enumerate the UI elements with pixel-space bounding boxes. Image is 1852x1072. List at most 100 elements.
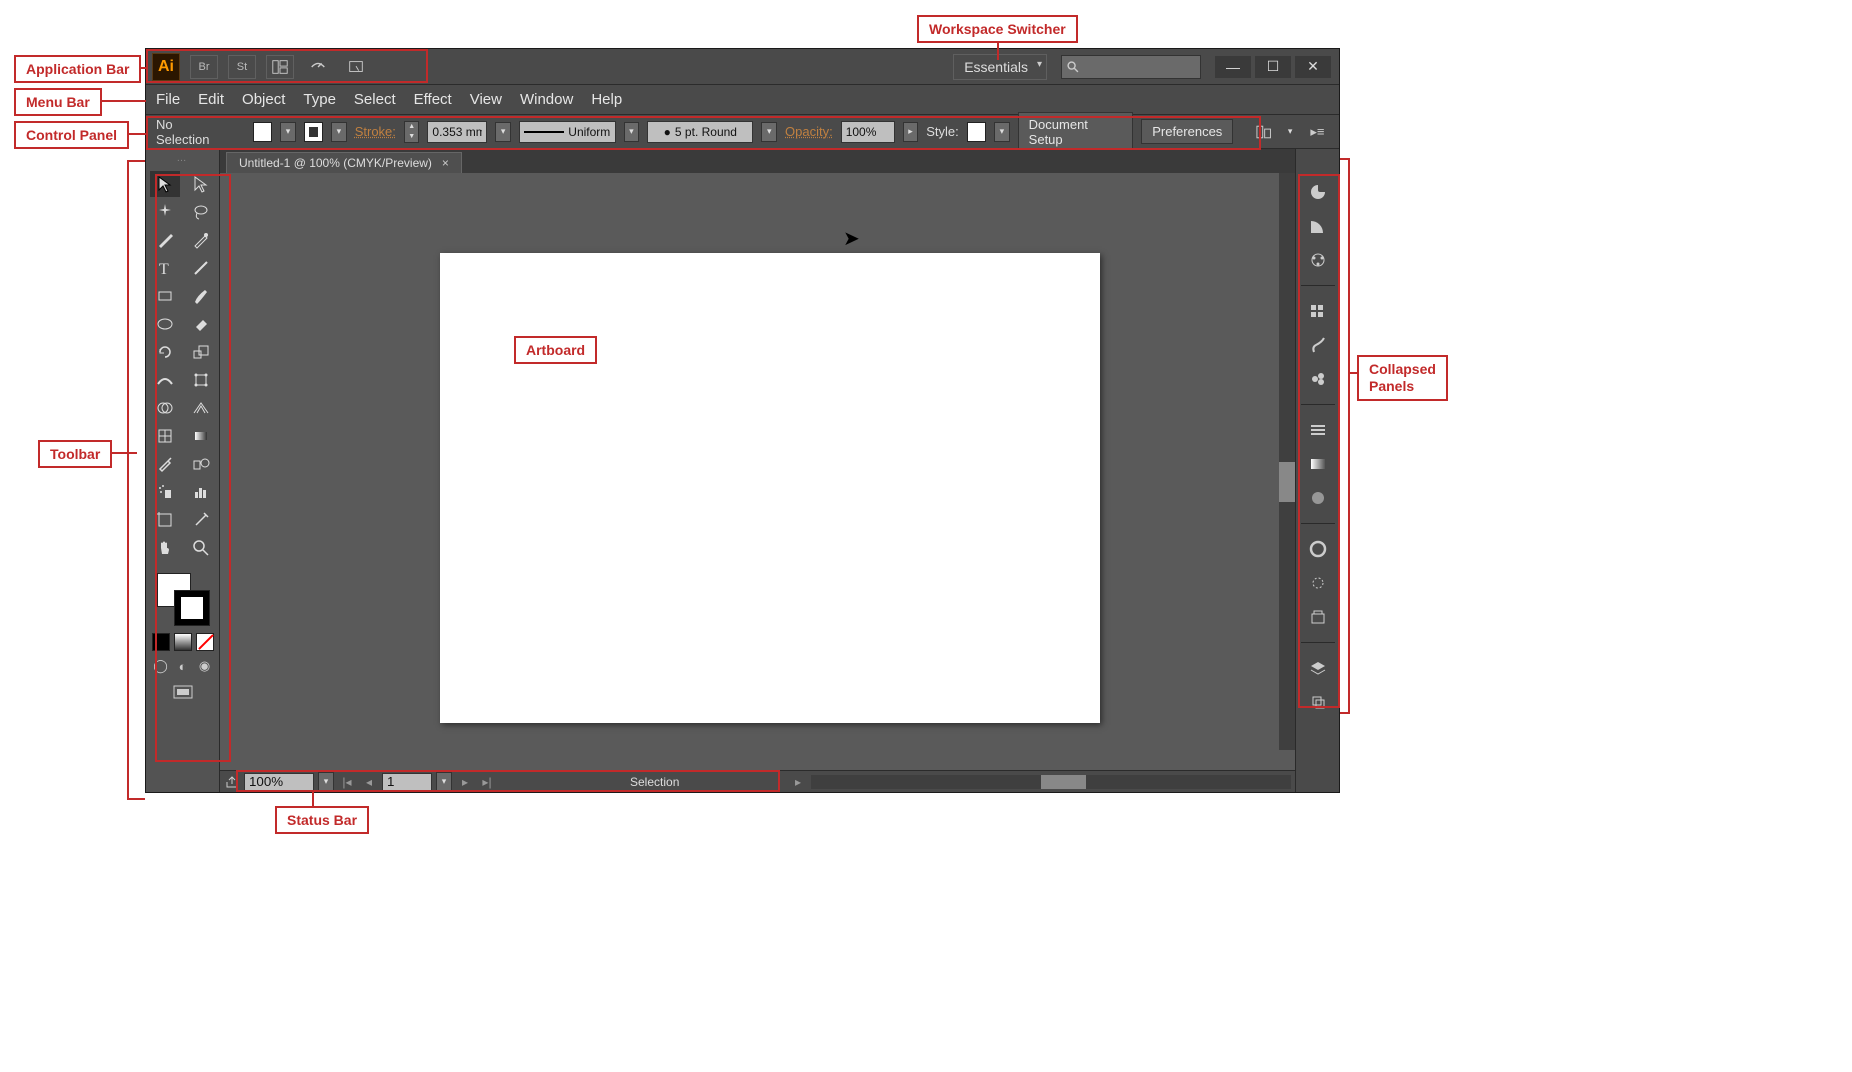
stock-button[interactable]: St bbox=[228, 55, 256, 79]
tool-shaper[interactable] bbox=[150, 311, 180, 337]
tool-direct-selection[interactable] bbox=[186, 171, 216, 197]
menu-object[interactable]: Object bbox=[242, 91, 285, 108]
panel-libraries-icon[interactable] bbox=[1301, 602, 1335, 632]
draw-behind[interactable]: ◐ bbox=[174, 657, 192, 675]
tool-hand[interactable] bbox=[150, 535, 180, 561]
stroke-dropdown[interactable]: ▾ bbox=[331, 122, 347, 142]
next-artboard-button[interactable]: ▸ bbox=[456, 774, 474, 790]
panel-symbols-icon[interactable] bbox=[1301, 364, 1335, 394]
tool-blend[interactable] bbox=[186, 451, 216, 477]
artboard-number-input[interactable] bbox=[382, 773, 432, 791]
tool-magic-wand[interactable] bbox=[150, 199, 180, 225]
last-artboard-button[interactable]: ▸| bbox=[478, 774, 496, 790]
fill-stroke-indicator[interactable] bbox=[153, 569, 213, 629]
panel-artboards-icon[interactable] bbox=[1301, 687, 1335, 717]
document-setup-button[interactable]: Document Setup bbox=[1018, 112, 1134, 152]
gpu-performance-button[interactable] bbox=[304, 55, 332, 79]
status-menu[interactable]: ▸ bbox=[789, 774, 807, 790]
first-artboard-button[interactable]: |◂ bbox=[338, 774, 356, 790]
tool-scale[interactable] bbox=[186, 339, 216, 365]
stroke-swatch[interactable] bbox=[304, 122, 323, 142]
search-box[interactable] bbox=[1061, 55, 1201, 79]
zoom-dropdown[interactable]: ▾ bbox=[318, 772, 334, 792]
tool-gradient[interactable] bbox=[186, 423, 216, 449]
panel-transparency-icon[interactable] bbox=[1301, 483, 1335, 513]
maximize-button[interactable]: ☐ bbox=[1255, 56, 1291, 78]
panel-color-guide-icon[interactable] bbox=[1301, 211, 1335, 241]
tool-mesh[interactable] bbox=[150, 423, 180, 449]
zoom-input[interactable] bbox=[244, 773, 314, 791]
tool-eyedropper[interactable] bbox=[150, 451, 180, 477]
color-mode-gradient[interactable] bbox=[174, 633, 192, 651]
menu-view[interactable]: View bbox=[470, 91, 502, 108]
close-tab-icon[interactable]: × bbox=[442, 156, 449, 170]
tool-line-segment[interactable] bbox=[186, 255, 216, 281]
fill-dropdown[interactable]: ▾ bbox=[280, 122, 296, 142]
stroke-weight-input[interactable] bbox=[427, 121, 487, 143]
opacity-input[interactable] bbox=[841, 121, 895, 143]
align-to-icon[interactable] bbox=[1255, 123, 1274, 141]
tool-lasso[interactable] bbox=[186, 199, 216, 225]
brush-definition[interactable]: ● 5 pt. Round bbox=[647, 121, 753, 143]
panel-stroke-icon[interactable] bbox=[1301, 415, 1335, 445]
arrange-documents-button[interactable] bbox=[266, 55, 294, 79]
tool-free-transform[interactable] bbox=[186, 367, 216, 393]
menu-select[interactable]: Select bbox=[354, 91, 396, 108]
panel-layers-icon[interactable] bbox=[1301, 653, 1335, 683]
menu-type[interactable]: Type bbox=[303, 91, 336, 108]
brush-dropdown[interactable]: ▾ bbox=[761, 122, 777, 142]
touch-button[interactable] bbox=[342, 55, 370, 79]
menu-effect[interactable]: Effect bbox=[414, 91, 452, 108]
draw-normal[interactable]: ◯ bbox=[152, 657, 170, 675]
fill-swatch[interactable] bbox=[253, 122, 272, 142]
artboard-dropdown[interactable]: ▾ bbox=[436, 772, 452, 792]
panel-swatches-icon[interactable] bbox=[1301, 296, 1335, 326]
tool-paintbrush[interactable] bbox=[186, 283, 216, 309]
menu-window[interactable]: Window bbox=[520, 91, 573, 108]
color-mode-none[interactable] bbox=[196, 633, 214, 651]
panel-gradient-icon[interactable] bbox=[1301, 449, 1335, 479]
screen-mode[interactable] bbox=[171, 683, 195, 706]
tool-pen[interactable] bbox=[150, 227, 180, 253]
tool-symbol-sprayer[interactable] bbox=[150, 479, 180, 505]
panel-color-icon[interactable] bbox=[1301, 177, 1335, 207]
draw-inside[interactable]: ◉ bbox=[196, 657, 214, 675]
tool-type[interactable]: T bbox=[150, 255, 180, 281]
prev-artboard-button[interactable]: ◂ bbox=[360, 774, 378, 790]
tool-rotate[interactable] bbox=[150, 339, 180, 365]
stroke-color[interactable] bbox=[175, 591, 209, 625]
close-button[interactable]: ✕ bbox=[1295, 56, 1331, 78]
vertical-scrollbar[interactable] bbox=[1279, 173, 1295, 750]
stroke-spinner[interactable]: ▲▼ bbox=[404, 121, 420, 143]
panel-brushes-icon[interactable] bbox=[1301, 330, 1335, 360]
menu-file[interactable]: File bbox=[156, 91, 180, 108]
preferences-button[interactable]: Preferences bbox=[1141, 119, 1233, 144]
variable-width-profile[interactable]: Uniform bbox=[519, 121, 616, 143]
color-mode-solid[interactable] bbox=[152, 633, 170, 651]
tool-slice[interactable] bbox=[186, 507, 216, 533]
canvas[interactable]: ➤ bbox=[220, 173, 1295, 770]
profile-dropdown[interactable]: ▾ bbox=[624, 122, 640, 142]
align-dropdown[interactable]: ▾ bbox=[1282, 122, 1297, 142]
control-panel-menu[interactable]: ▸≡ bbox=[1306, 123, 1329, 141]
tool-perspective-grid[interactable] bbox=[186, 395, 216, 421]
tool-shape-builder[interactable] bbox=[150, 395, 180, 421]
style-dropdown[interactable]: ▾ bbox=[994, 122, 1010, 142]
tool-rectangle[interactable] bbox=[150, 283, 180, 309]
tool-curvature[interactable] bbox=[186, 227, 216, 253]
bridge-button[interactable]: Br bbox=[190, 55, 218, 79]
minimize-button[interactable]: — bbox=[1215, 56, 1251, 78]
document-tab[interactable]: Untitled-1 @ 100% (CMYK/Preview) × bbox=[226, 152, 462, 173]
opacity-label[interactable]: Opacity: bbox=[785, 124, 833, 139]
menu-edit[interactable]: Edit bbox=[198, 91, 224, 108]
workspace-switcher[interactable]: Essentials bbox=[953, 54, 1047, 80]
style-swatch[interactable] bbox=[967, 122, 986, 142]
stroke-weight-dropdown[interactable]: ▾ bbox=[495, 122, 511, 142]
panel-color-themes-icon[interactable] bbox=[1301, 245, 1335, 275]
panel-graphic-styles-icon[interactable] bbox=[1301, 568, 1335, 598]
tool-artboard[interactable] bbox=[150, 507, 180, 533]
stroke-label[interactable]: Stroke: bbox=[355, 124, 396, 139]
tool-zoom[interactable] bbox=[186, 535, 216, 561]
tool-column-graph[interactable] bbox=[186, 479, 216, 505]
tool-width[interactable] bbox=[150, 367, 180, 393]
